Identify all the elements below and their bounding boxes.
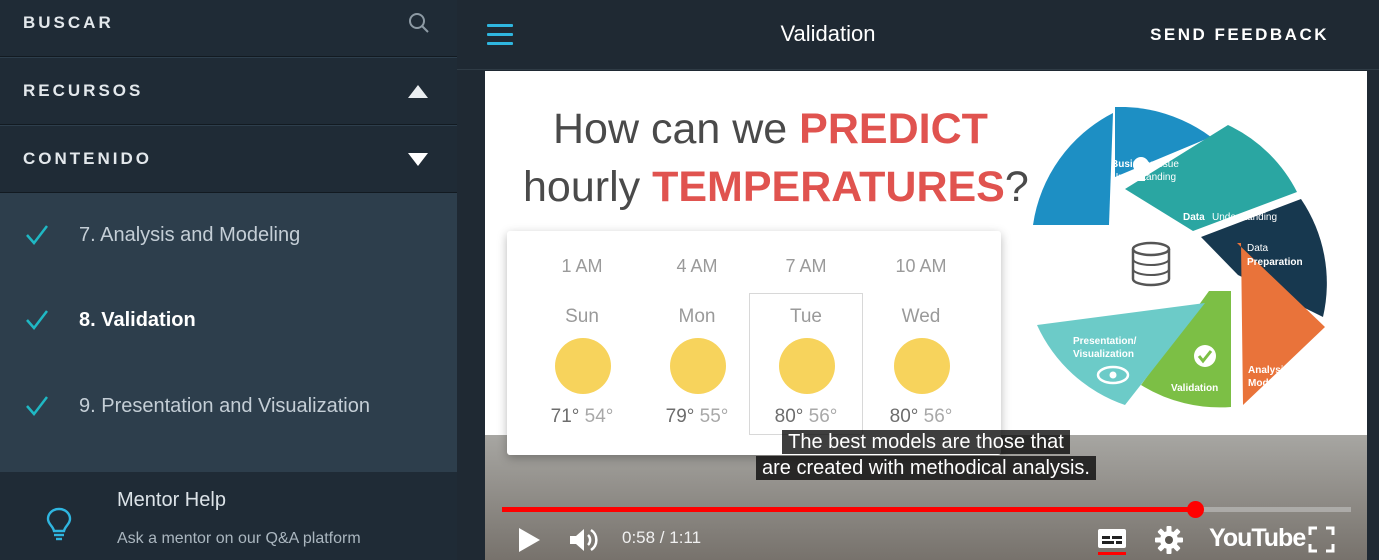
database-icon: [1131, 241, 1171, 287]
slide-headline-emphasis: TEMPERATURES: [652, 163, 1005, 211]
forecast-time: 7 AM: [785, 256, 827, 276]
sun-icon: [779, 338, 835, 394]
lesson-item[interactable]: 9. Presentation and Visualization: [0, 365, 457, 451]
temp-high: 80°: [774, 406, 804, 427]
cycle-label: Modeling: [1248, 378, 1292, 389]
forecast-time: 10 AM: [895, 256, 947, 276]
forecast-day: Sun: [565, 306, 599, 327]
subtitle-text: are created with methodical analysis.: [756, 456, 1096, 480]
captions-icon[interactable]: [1097, 526, 1127, 556]
mentor-help-subtitle: Ask a mentor on our Q&A platform: [117, 530, 361, 547]
progress-fill: [502, 507, 1195, 512]
subtitle-line: are created with methodical analysis.: [485, 456, 1367, 480]
weather-forecast-card: 1 AM Sun 71° 54° 4 AM Mon 79° 55° 7 AM T…: [507, 231, 1001, 455]
lesson-item[interactable]: 7. Analysis and Modeling: [0, 194, 457, 280]
resources-label: RECURSOS: [23, 81, 144, 100]
cycle-label: Data: [1183, 212, 1205, 223]
temp-high: 79°: [665, 406, 695, 427]
forecast-day: Wed: [901, 306, 941, 327]
cycle-label: Preparation: [1247, 257, 1303, 268]
forecast-temps: 80° 56°: [864, 406, 978, 428]
temp-low: 54°: [584, 406, 614, 427]
temp-high: 71°: [550, 406, 580, 427]
slide-headline-line1: How can we PREDICT: [553, 105, 988, 154]
cycle-label: Issue: [1155, 159, 1179, 170]
temp-high: 80°: [889, 406, 919, 427]
expand-down-icon: [408, 153, 428, 166]
slide-headline-punct: ?: [1004, 163, 1029, 211]
business-left-segment: [1033, 113, 1113, 225]
forecast-day: Mon: [678, 306, 716, 327]
forecast-time: 4 AM: [676, 256, 718, 276]
forecast-day: Tue: [789, 306, 823, 327]
search-bar[interactable]: BUSCAR: [0, 0, 457, 57]
checkmark-icon: [1194, 345, 1216, 367]
lesson-label: 9. Presentation and Visualization: [79, 395, 370, 417]
cycle-label: Understanding: [1212, 212, 1277, 223]
search-label: BUSCAR: [23, 13, 114, 32]
sun-icon: [555, 338, 611, 394]
forecast-column: 4 AM Mon 79° 55°: [640, 231, 754, 455]
sun-icon: [894, 338, 950, 394]
forecast-temps: 80° 56°: [749, 406, 863, 428]
send-feedback-button[interactable]: SEND FEEDBACK: [1150, 25, 1329, 45]
forecast-temps: 71° 54°: [525, 406, 639, 428]
video-player[interactable]: How can we PREDICT hourly TEMPERATURES? …: [485, 71, 1367, 560]
lesson-item-active[interactable]: 8. Validation: [0, 279, 457, 365]
progress-scrubber[interactable]: [1186, 501, 1204, 518]
data-science-cycle-diagram: Business Issue Understanding Data Unders…: [1033, 107, 1327, 408]
play-icon[interactable]: [516, 526, 542, 554]
forecast-column: 1 AM Sun 71° 54°: [525, 231, 639, 455]
cycle-label: Business: [1111, 159, 1156, 170]
temp-low: 56°: [808, 406, 838, 427]
search-icon[interactable]: [408, 12, 430, 34]
content-section-header[interactable]: CONTENIDO: [0, 126, 457, 193]
cycle-label: Validation: [1171, 383, 1218, 394]
check-icon: [26, 310, 48, 330]
forecast-time: 1 AM: [561, 256, 603, 276]
mentor-help-link[interactable]: Mentor Help Ask a mentor on our Q&A plat…: [0, 472, 457, 560]
cycle-label: Understanding: [1111, 172, 1176, 183]
video-progress-bar[interactable]: [502, 501, 1351, 518]
lightbulb-icon: [46, 507, 72, 541]
slide-headline-text: How can we: [553, 105, 800, 153]
fullscreen-icon[interactable]: [1308, 526, 1335, 553]
youtube-logo[interactable]: YouTube: [1209, 524, 1306, 553]
cycle-label: Presentation/: [1073, 336, 1137, 347]
time-display: 0:58 / 1:11: [622, 528, 702, 547]
resources-section-header[interactable]: RECURSOS: [0, 58, 457, 125]
slide-headline-text: hourly: [523, 163, 653, 211]
collapse-up-icon: [408, 85, 428, 98]
cycle-label: Data: [1247, 243, 1269, 254]
settings-gear-icon[interactable]: [1155, 526, 1183, 554]
page-title: Validation: [780, 21, 876, 46]
top-bar: Validation SEND FEEDBACK: [457, 0, 1379, 70]
sidebar: BUSCAR RECURSOS CONTENIDO 7. Analysis an…: [0, 0, 457, 560]
check-icon: [26, 396, 48, 416]
lesson-label: 7. Analysis and Modeling: [79, 224, 301, 246]
forecast-column-selected: 7 AM Tue 80° 56°: [749, 231, 863, 455]
forecast-temps: 79° 55°: [640, 406, 754, 428]
cycle-label: Visualization: [1073, 349, 1134, 360]
slide-headline-emphasis: PREDICT: [799, 105, 988, 153]
temp-low: 56°: [923, 406, 953, 427]
check-icon: [26, 225, 48, 245]
cycle-label: Analysis/: [1248, 365, 1292, 376]
content-label: CONTENIDO: [23, 149, 152, 168]
subtitle-line: The best models are those that: [485, 430, 1367, 454]
app-root: BUSCAR RECURSOS CONTENIDO 7. Analysis an…: [0, 0, 1379, 560]
forecast-column: 10 AM Wed 80° 56°: [864, 231, 978, 455]
volume-icon[interactable]: [568, 526, 602, 554]
temp-low: 55°: [699, 406, 729, 427]
subtitle-text: The best models are those that: [782, 430, 1070, 454]
lesson-label: 8. Validation: [79, 309, 196, 331]
mentor-help-title: Mentor Help: [117, 489, 226, 511]
sun-icon: [670, 338, 726, 394]
slide-headline-line2: hourly TEMPERATURES?: [523, 163, 1029, 212]
